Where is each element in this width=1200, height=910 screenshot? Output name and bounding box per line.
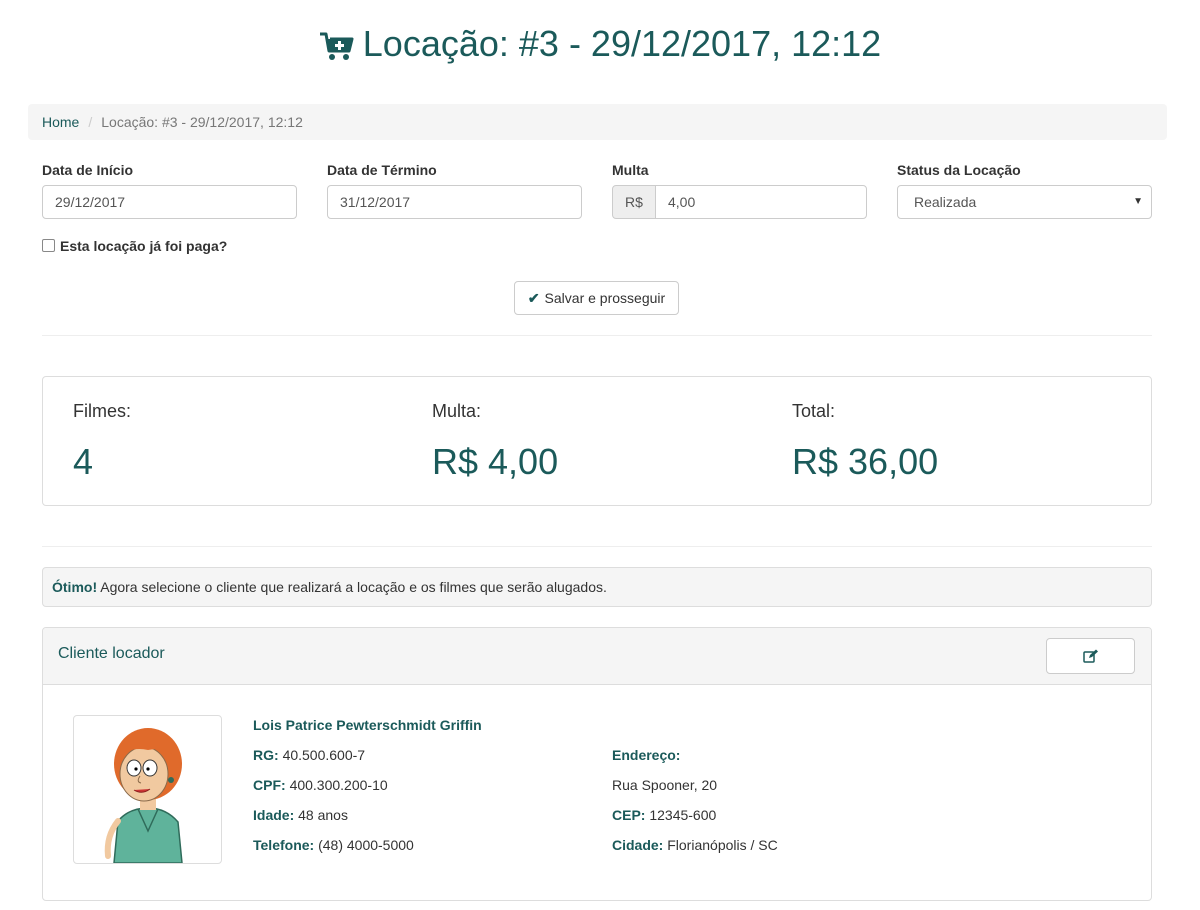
start-date-label: Data de Início — [42, 162, 134, 178]
films-stat-value: 4 — [73, 441, 94, 482]
caret-down-icon: ▼ — [1133, 196, 1143, 207]
client-phone-label: Telefone: — [253, 837, 315, 853]
cart-plus-icon — [319, 31, 355, 61]
client-rg: RG: 40.500.600-7 — [253, 747, 365, 763]
breadcrumb-current: Locação: #3 - 29/12/2017, 12:12 — [101, 114, 303, 130]
total-stat-label: Total: — [792, 401, 836, 421]
end-date-input[interactable]: 31/12/2017 — [327, 185, 582, 219]
divider — [42, 335, 1152, 336]
client-age-value: 48 anos — [298, 807, 348, 823]
fine-stat-value: R$ 4,00 — [432, 441, 559, 482]
client-city: Cidade: Florianópolis / SC — [612, 837, 778, 853]
client-cep: CEP: 12345-600 — [612, 807, 716, 823]
client-phone-value: (48) 4000-5000 — [318, 837, 414, 853]
client-cep-label: CEP: — [612, 807, 646, 823]
start-date-input[interactable]: 29/12/2017 — [42, 185, 297, 219]
alert-text: Agora selecione o cliente que realizará … — [97, 579, 607, 595]
client-address-label-text: Endereço: — [612, 747, 681, 763]
total-stat-value: R$ 36,00 — [792, 441, 939, 482]
fine-label: Multa — [612, 162, 649, 178]
client-city-label: Cidade: — [612, 837, 664, 853]
breadcrumb: Home / Locação: #3 - 29/12/2017, 12:12 — [28, 104, 1167, 140]
status-label: Status da Locação — [897, 162, 1021, 178]
check-icon: ✔ — [527, 290, 540, 306]
client-phone: Telefone: (48) 4000-5000 — [253, 837, 414, 853]
summary-box: Filmes: 4 Multa: R$ 4,00 Total: R$ 36,00 — [42, 376, 1152, 506]
info-alert: Ótimo! Agora selecione o cliente que rea… — [42, 567, 1152, 607]
paid-checkbox-row[interactable]: Esta locação já foi paga? — [42, 236, 227, 256]
client-rg-label: RG: — [253, 747, 279, 763]
client-avatar — [73, 715, 222, 864]
client-rg-value: 40.500.600-7 — [282, 747, 366, 763]
page-title: Locação: #3 - 29/12/2017, 12:12 — [0, 22, 1200, 66]
divider — [42, 546, 1152, 547]
page-title-text: Locação: #3 - 29/12/2017, 12:12 — [362, 23, 882, 64]
edit-icon — [1083, 649, 1098, 663]
client-panel: Cliente locador Lois Patrice Pewterschmi… — [42, 627, 1152, 901]
end-date-label: Data de Término — [327, 162, 437, 178]
alert-strong-text: Ótimo! — [52, 579, 98, 595]
currency-addon: R$ — [612, 185, 656, 219]
client-address-label: Endereço: — [612, 747, 680, 763]
fine-stat-label: Multa: — [432, 401, 482, 421]
status-select-value: Realizada — [914, 194, 977, 210]
client-age-label: Idade: — [253, 807, 295, 823]
status-select[interactable]: Realizada ▼ — [897, 185, 1152, 219]
client-cpf-value: 400.300.200-10 — [289, 777, 388, 793]
client-panel-title: Cliente locador — [58, 645, 165, 662]
client-cpf: CPF: 400.300.200-10 — [253, 777, 388, 793]
client-name: Lois Patrice Pewterschmidt Griffin — [253, 717, 482, 733]
paid-checkbox[interactable] — [42, 239, 55, 252]
paid-checkbox-label: Esta locação já foi paga? — [60, 238, 228, 254]
client-address-value: Rua Spooner, 20 — [612, 777, 718, 793]
films-stat-label: Filmes: — [73, 401, 131, 421]
save-continue-button[interactable]: ✔ Salvar e prosseguir — [514, 281, 679, 315]
fine-input[interactable]: 4,00 — [655, 185, 867, 219]
breadcrumb-home-link[interactable]: Home — [42, 114, 79, 130]
client-city-value: Florianópolis / SC — [667, 837, 778, 853]
client-cep-value: 12345-600 — [649, 807, 717, 823]
client-age: Idade: 48 anos — [253, 807, 348, 823]
breadcrumb-separator: / — [88, 114, 93, 130]
client-panel-header: Cliente locador — [43, 628, 1151, 685]
save-continue-label: Salvar e prosseguir — [544, 290, 666, 306]
edit-client-button[interactable] — [1046, 638, 1135, 674]
client-cpf-label: CPF: — [253, 777, 286, 793]
